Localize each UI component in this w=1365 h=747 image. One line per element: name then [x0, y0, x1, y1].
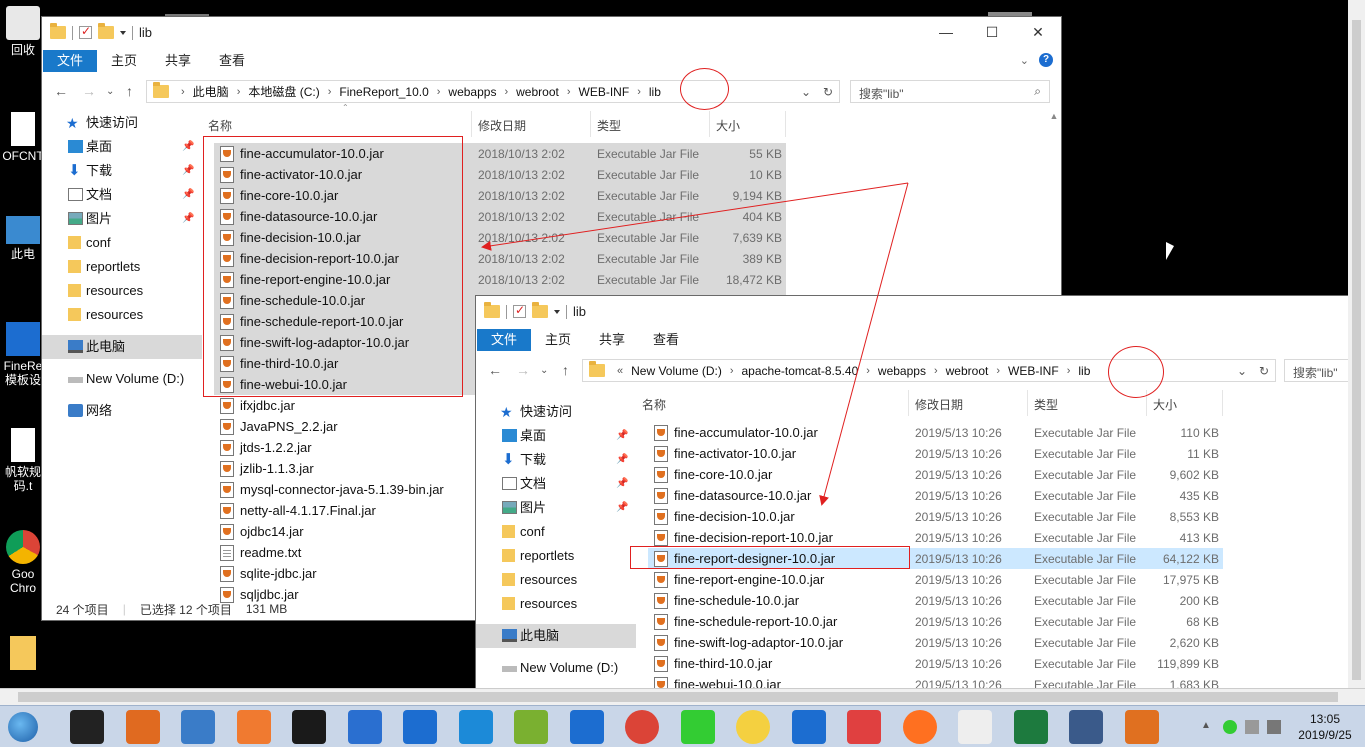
- intellij-icon[interactable]: [70, 710, 104, 744]
- emoji-icon[interactable]: [736, 710, 770, 744]
- webstorm-icon[interactable]: [292, 710, 326, 744]
- start-button[interactable]: [8, 712, 38, 742]
- wechat-tray-icon[interactable]: [1223, 720, 1237, 734]
- network-tool-icon[interactable]: [458, 710, 493, 744]
- teamviewer-icon[interactable]: [403, 710, 437, 744]
- volume-tray-icon[interactable]: [1267, 720, 1281, 734]
- java-icon[interactable]: [1124, 710, 1159, 744]
- app-icon[interactable]: [125, 710, 160, 744]
- editor-icon[interactable]: [236, 710, 271, 744]
- clock-date: 2019/9/25: [1298, 728, 1352, 742]
- map-icon[interactable]: [791, 710, 826, 744]
- panda-icon[interactable]: [958, 710, 992, 744]
- arrow-to-c-files: [481, 182, 909, 251]
- snail-icon[interactable]: [847, 710, 881, 744]
- desktop-vertical-scrollbar[interactable]: [1348, 0, 1365, 688]
- clock-time: 13:05: [1309, 712, 1341, 726]
- scroll-thumb[interactable]: [1352, 20, 1361, 680]
- clock[interactable]: 13:05 2019/9/25: [1285, 711, 1365, 743]
- annotation-arrows: [481, 182, 909, 506]
- remote-desktop-icon[interactable]: [181, 710, 215, 744]
- taskbar: ▲ 13:05 2019/9/25: [0, 705, 1365, 747]
- tray-expand-icon[interactable]: ▲: [1201, 720, 1215, 734]
- chrome-icon[interactable]: [625, 710, 659, 744]
- excel-icon[interactable]: [1013, 710, 1048, 744]
- note-icon[interactable]: [347, 710, 382, 744]
- system-tray: ▲ 13:05 2019/9/25: [1197, 706, 1365, 747]
- remote-icon[interactable]: [1069, 710, 1103, 744]
- arrow-to-d-files: [819, 182, 909, 506]
- network-tray-icon[interactable]: [1245, 720, 1259, 734]
- desktop-horizontal-scrollbar[interactable]: [0, 688, 1365, 705]
- scroll-thumb[interactable]: [18, 692, 1338, 702]
- wechat-icon[interactable]: [680, 710, 715, 744]
- finereport-icon[interactable]: [569, 710, 604, 744]
- vmware-icon[interactable]: [514, 710, 548, 744]
- firefox-icon[interactable]: [902, 710, 937, 744]
